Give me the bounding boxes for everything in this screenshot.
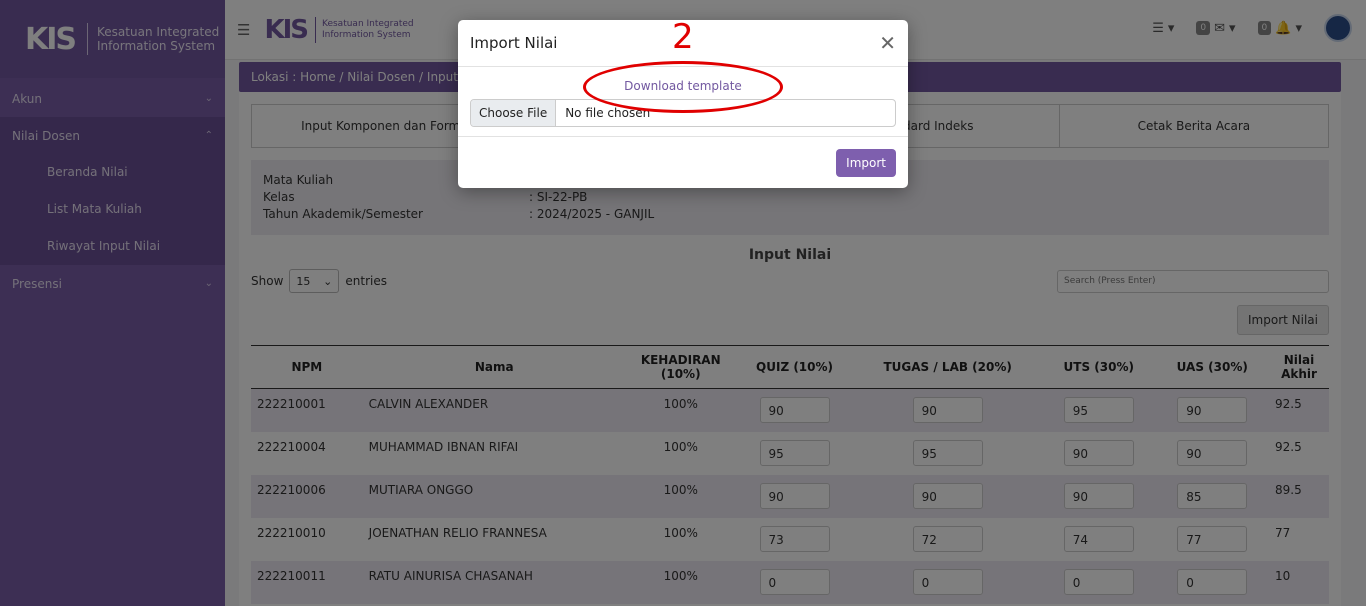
annotation-ellipse xyxy=(583,61,783,113)
choose-file-button[interactable]: Choose File xyxy=(471,100,557,126)
close-icon[interactable]: ✕ xyxy=(879,31,896,55)
modal-footer: Import xyxy=(458,137,908,189)
annotation-step-number: 2 xyxy=(672,17,694,57)
import-button[interactable]: Import xyxy=(836,149,896,177)
modal-title: Import Nilai xyxy=(470,34,558,52)
